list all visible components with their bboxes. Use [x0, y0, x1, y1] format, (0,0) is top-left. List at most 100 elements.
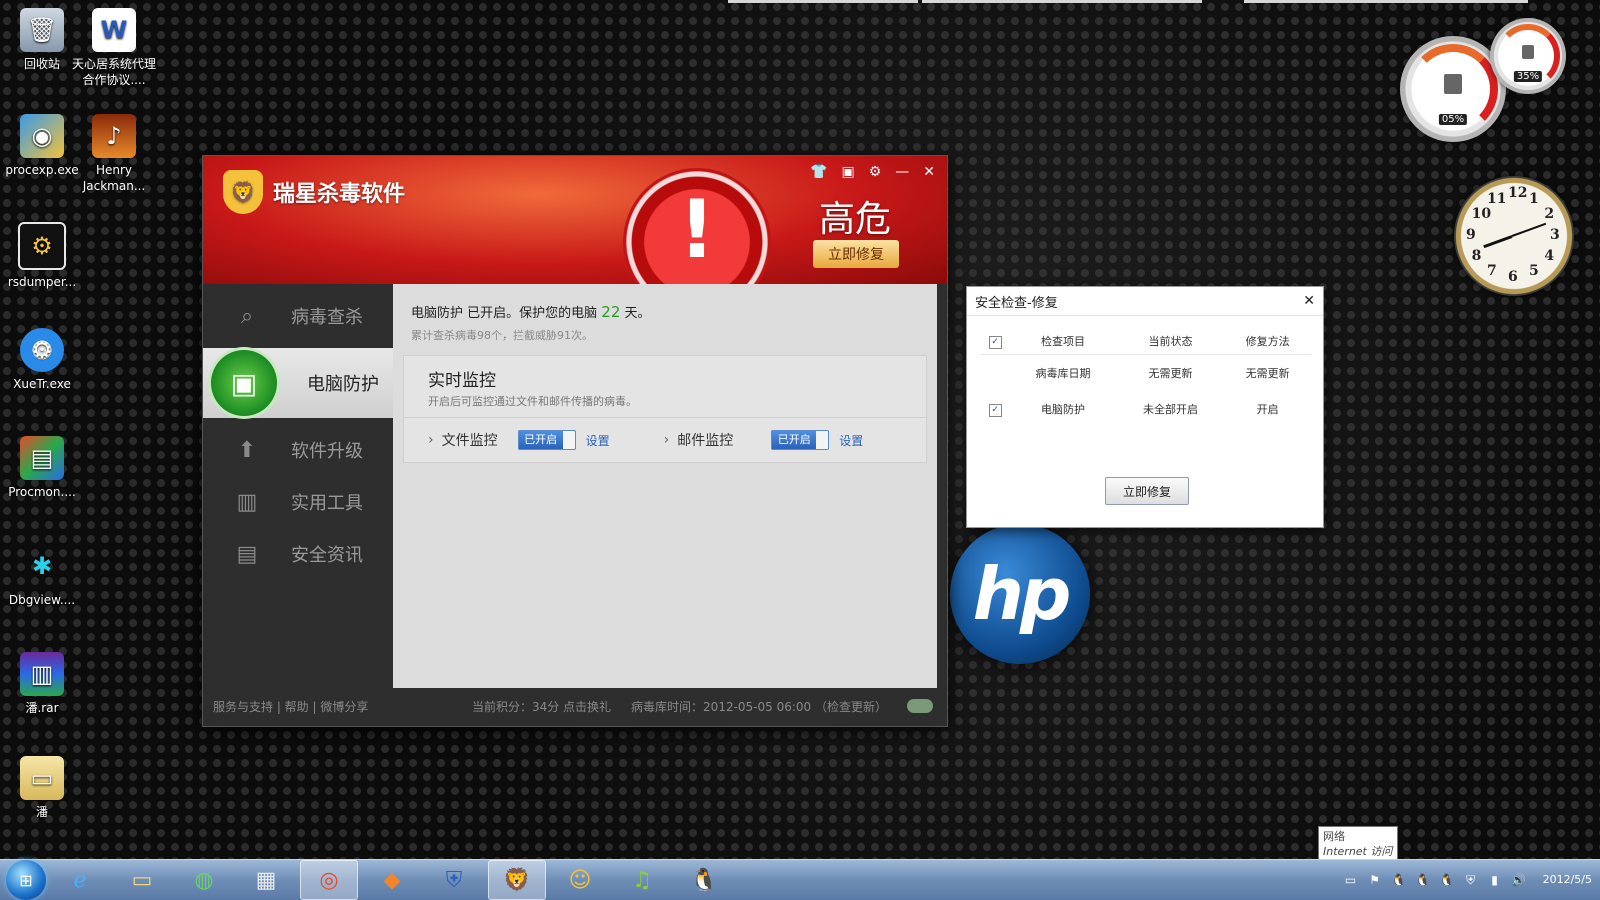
desktop-icon-folder[interactable]: ▭ 潘: [0, 756, 84, 820]
taskbar-music[interactable]: ♫: [614, 861, 670, 899]
dialog-fix-now-button[interactable]: 立即修复: [1105, 477, 1189, 505]
table-row: ✓ 电脑防护 未全部开启 开启: [981, 391, 1311, 427]
taskbar-rising-gadget[interactable]: ☺: [552, 861, 608, 899]
hp-logo: hp: [950, 524, 1090, 664]
desktop-icon-label: 天心居系统代理合作协议....: [72, 57, 157, 87]
taskbar-ie[interactable]: ℯ: [52, 861, 108, 899]
select-all-checkbox[interactable]: ✓: [988, 335, 1002, 349]
column-header: 当前状态: [1116, 328, 1225, 355]
sidebar-item-security-news[interactable]: ▤ 安全资讯: [203, 528, 393, 580]
close-icon[interactable]: ✕: [923, 164, 935, 180]
desktop-icon-label: Dbgview....: [8, 593, 76, 607]
winrar-archive-icon: ▥: [20, 652, 64, 696]
taskbar-shield-app[interactable]: ⛨: [426, 861, 482, 899]
taskbar-calculator[interactable]: ▦: [238, 861, 294, 899]
clock-hour-hand: [1483, 235, 1513, 249]
taskbar-explorer[interactable]: ▭: [114, 861, 170, 899]
start-button[interactable]: ⊞: [6, 860, 46, 900]
windows-logo-icon: ⊞: [19, 870, 33, 890]
menu-icon[interactable]: ▣: [841, 164, 854, 180]
upload-arrow-icon: ⬆: [237, 437, 257, 463]
desktop-icon-label: Henry Jackman...: [82, 163, 146, 193]
tray-network-icon[interactable]: ▮: [1487, 872, 1503, 888]
tray-clock[interactable]: 2012/5/5: [1543, 873, 1592, 887]
virus-db-info[interactable]: 病毒库时间：2012-05-05 06:00 （检查更新）: [631, 698, 887, 715]
antivirus-window[interactable]: 🦁 瑞星杀毒软件 ! 高危 立即修复 👕 ▣ ⚙ — ✕ ⌕ 病毒查杀 ▣ 电脑…: [202, 155, 948, 727]
system-tray: ▭ ⚑ 🐧 🐧 🐧 ⛨ ▮ 🔊 2012/5/5: [1343, 872, 1592, 888]
table-row: 病毒库日期 无需更新 无需更新: [981, 355, 1311, 392]
desktop-icon-label: 回收站: [23, 57, 60, 71]
gauge-center: [1444, 73, 1462, 94]
monitor-row: › 文件监控 已开启 设置 › 邮件监控 已开启 设置: [404, 418, 926, 462]
clock-number: 12: [1508, 185, 1528, 201]
row-checkbox[interactable]: ✓: [988, 403, 1002, 417]
desktop-icon-rar[interactable]: ▥ 潘.rar: [0, 652, 84, 716]
tray-volume-icon[interactable]: 🔊: [1511, 872, 1527, 888]
check-status: 未全部开启: [1143, 403, 1198, 416]
tray-qq-icon[interactable]: 🐧: [1415, 872, 1431, 888]
close-icon[interactable]: ✕: [1303, 293, 1315, 309]
taskbar-chrome[interactable]: ◎: [300, 860, 358, 900]
sidebar-item-upgrade[interactable]: ⬆ 软件升级: [203, 424, 393, 476]
desktop-icon-label: procexp.exe: [5, 163, 79, 177]
tray-display-icon[interactable]: ▭: [1343, 872, 1359, 888]
clock-number: 7: [1487, 263, 1497, 280]
minimize-icon[interactable]: —: [895, 164, 909, 180]
brand-logo: 🦁 瑞星杀毒软件: [223, 170, 405, 214]
app-orange-icon: ◆: [383, 867, 401, 893]
sidebar-item-tools[interactable]: ▥ 实用工具: [203, 476, 393, 528]
sidebar: ⌕ 病毒查杀 ▣ 电脑防护 ⬆ 软件升级 ▥ 实用工具 ▤ 安全资讯: [203, 284, 393, 684]
exclamation-icon: !: [678, 183, 716, 276]
fix-now-button[interactable]: 立即修复: [813, 240, 899, 268]
file-monitor-settings-link[interactable]: 设置: [586, 432, 610, 449]
rsdumper-icon: ⚙: [18, 222, 66, 270]
window-controls: 👕 ▣ ⚙ — ✕: [810, 164, 935, 180]
desktop-icon-xuetr[interactable]: ⚙ XueTr.exe: [0, 328, 84, 392]
points-info[interactable]: 当前积分：34分 点击换礼: [472, 698, 611, 715]
toggle-state: 已开启: [518, 431, 563, 449]
mail-monitor-settings-link[interactable]: 设置: [839, 432, 863, 449]
taskbar-qq[interactable]: 🐧: [676, 861, 732, 899]
desktop-icon-word-document[interactable]: W 天心居系统代理合作协议....: [72, 8, 156, 88]
clock-gadget[interactable]: 12 1 2 3 4 5 6 7 8 9 10 11: [1454, 176, 1574, 296]
desktop-icon-procmon[interactable]: ▤ Procmon....: [0, 436, 84, 500]
memory-gauge[interactable]: 35%: [1490, 18, 1566, 94]
dbgview-icon: ✱: [31, 552, 53, 580]
shield-monitor-icon: ▣: [211, 350, 277, 416]
footer-links[interactable]: 服务与支持 | 帮助 | 微博分享: [213, 698, 368, 715]
file-monitor-toggle[interactable]: 已开启: [517, 430, 576, 450]
tray-qq-icon[interactable]: 🐧: [1391, 872, 1407, 888]
clock-number: 1: [1529, 190, 1539, 207]
desktop-icon-label: XueTr.exe: [13, 377, 71, 391]
sidebar-item-virus-scan[interactable]: ⌕ 病毒查杀: [203, 290, 393, 342]
taskbar-rising-antivirus[interactable]: 🦁: [488, 860, 546, 900]
security-check-dialog[interactable]: 安全检查-修复 ✕ ✓ 检查项目 当前状态 修复方法 病毒库日期 无需更新 无需…: [966, 286, 1324, 528]
sidebar-item-pc-protection[interactable]: ▣ 电脑防护: [203, 348, 393, 418]
file-monitor-label[interactable]: 文件监控: [442, 430, 498, 450]
mail-monitor-toggle[interactable]: 已开启: [771, 430, 830, 450]
mail-monitor-label[interactable]: 邮件监控: [677, 430, 733, 450]
desktop-icon-rsdumper[interactable]: ⚙ rsdumper...: [0, 222, 84, 290]
desktop-icon-dbgview[interactable]: ✱ Dbgview....: [0, 544, 84, 608]
cloud-icon[interactable]: [907, 699, 933, 713]
check-table: ✓ 检查项目 当前状态 修复方法 病毒库日期 无需更新 无需更新 ✓ 电脑防护 …: [981, 328, 1311, 427]
toggle-state: 已开启: [772, 431, 817, 449]
taskbar-orange-app[interactable]: ◆: [364, 861, 420, 899]
check-item: 电脑防护: [1041, 403, 1086, 416]
protected-days: 22: [601, 303, 621, 321]
desktop-icon-henry-jackman[interactable]: ♪ Henry Jackman...: [72, 114, 156, 194]
gear-icon[interactable]: ⚙: [869, 164, 882, 180]
tray-shield-icon[interactable]: ⛨: [1463, 872, 1479, 888]
desktop-icon-label: 潘.rar: [25, 701, 59, 715]
tray-flag-icon[interactable]: ⚑: [1367, 872, 1383, 888]
gadget-strip: [922, 0, 1202, 3]
taskbar-network[interactable]: ◍: [176, 861, 232, 899]
gauge-center: [1522, 45, 1534, 60]
tray-qq-icon[interactable]: 🐧: [1439, 872, 1455, 888]
realtime-monitor-title: 实时监控: [428, 371, 496, 391]
search-icon: ⌕: [240, 303, 254, 329]
skin-icon[interactable]: 👕: [810, 164, 827, 180]
antivirus-header: 🦁 瑞星杀毒软件 ! 高危 立即修复 👕 ▣ ⚙ — ✕: [203, 156, 947, 316]
desktop-icon-label: 潘: [35, 805, 48, 819]
clock-number: 4: [1544, 248, 1555, 264]
